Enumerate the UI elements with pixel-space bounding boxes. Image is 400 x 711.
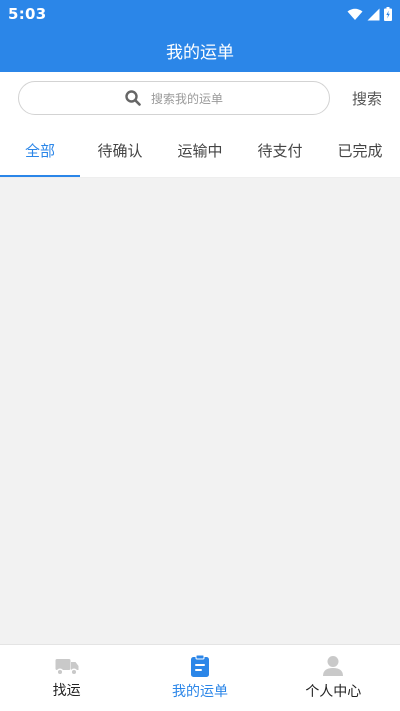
nav-item-find-transport[interactable]: 找运 <box>0 645 133 711</box>
tab-completed[interactable]: 已完成 <box>320 124 400 177</box>
bottom-nav: 找运 我的运单 个人中心 <box>0 644 400 711</box>
search-bar: 搜索我的运单 搜索 <box>0 72 400 124</box>
person-icon <box>323 656 344 676</box>
tab-in-transit[interactable]: 运输中 <box>160 124 240 177</box>
nav-item-profile[interactable]: 个人中心 <box>267 645 400 711</box>
nav-label-profile: 个人中心 <box>305 684 362 700</box>
waybill-list <box>0 178 400 644</box>
signal-icon <box>367 8 380 20</box>
app-header: 5:03 我的运单 <box>0 0 400 72</box>
nav-label-find-transport: 找运 <box>52 683 81 699</box>
tab-pending-confirm[interactable]: 待确认 <box>80 124 160 177</box>
truck-icon <box>55 659 79 676</box>
search-placeholder: 搜索我的运单 <box>150 91 223 106</box>
page-title: 我的运单 <box>166 42 234 63</box>
search-icon <box>125 90 141 106</box>
wifi-icon <box>347 8 363 20</box>
nav-item-my-waybills[interactable]: 我的运单 <box>133 645 266 711</box>
title-bar: 我的运单 <box>0 28 400 72</box>
status-icons <box>347 7 392 21</box>
status-tabs: 全部 待确认 运输中 待支付 已完成 <box>0 124 400 178</box>
search-input[interactable]: 搜索我的运单 <box>18 81 330 115</box>
status-time: 5:03 <box>8 5 47 23</box>
status-bar: 5:03 <box>0 0 400 28</box>
tab-pending-payment[interactable]: 待支付 <box>240 124 320 177</box>
nav-label-my-waybills: 我的运单 <box>171 684 228 700</box>
tab-all[interactable]: 全部 <box>0 124 80 177</box>
clipboard-icon <box>190 655 209 677</box>
search-button[interactable]: 搜索 <box>330 88 382 109</box>
battery-icon <box>384 7 392 21</box>
